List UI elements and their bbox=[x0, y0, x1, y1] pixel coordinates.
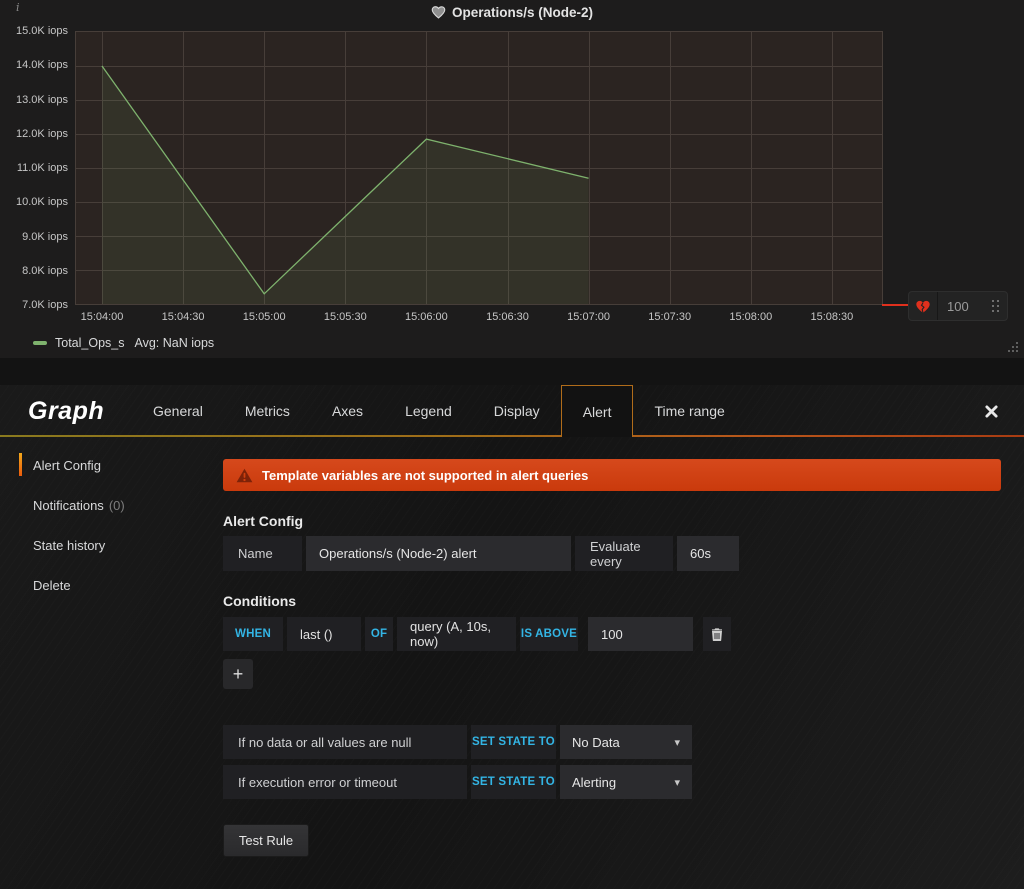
sidebar-item-alert-config[interactable]: Alert Config bbox=[19, 445, 203, 485]
y-tick-label: 14.0K iops bbox=[16, 59, 68, 72]
chevron-down-icon: ▾ bbox=[674, 736, 680, 749]
chart-legend: Total_Ops_s Avg: NaN iops bbox=[33, 336, 214, 350]
warning-icon bbox=[236, 468, 253, 483]
plus-icon: + bbox=[232, 663, 244, 684]
threshold-line bbox=[882, 304, 909, 306]
x-tick-label: 15:07:00 bbox=[567, 311, 611, 323]
alert-sidebar: Alert Config Notifications (0) State histor… bbox=[0, 437, 203, 889]
tab-time-range[interactable]: Time range bbox=[633, 385, 745, 437]
x-axis: 15:04:00 15:04:30 15:05:00 15:05:30 15:06:00… bbox=[75, 311, 883, 327]
threshold-heart-icon bbox=[909, 292, 938, 320]
tab-underline bbox=[0, 435, 1024, 437]
chevron-down-icon: ▾ bbox=[674, 776, 680, 789]
condition-when-keyword[interactable]: WHEN bbox=[223, 617, 283, 651]
state-handlers: If no data or all values are null SET ST… bbox=[223, 725, 1001, 799]
sidebar-item-label: Notifications bbox=[33, 497, 104, 513]
close-icon bbox=[985, 404, 998, 418]
conditions-heading: Conditions bbox=[223, 593, 297, 609]
alert-name-input[interactable]: Operations/s (Node-2) alert bbox=[306, 536, 571, 571]
condition-reducer-dropdown[interactable]: last () bbox=[287, 617, 361, 651]
threshold-drag-handle-icon[interactable] bbox=[992, 300, 999, 312]
tab-axes[interactable]: Axes bbox=[311, 385, 384, 437]
sidebar-item-notifications[interactable]: Notifications (0) bbox=[33, 485, 203, 525]
alert-config-heading: Alert Config bbox=[223, 513, 304, 529]
no-data-state-dropdown[interactable]: No Data ▾ bbox=[560, 725, 692, 759]
evaluate-every-label: Evaluate every bbox=[575, 536, 673, 571]
exec-error-set-state-keyword: SET STATE TO bbox=[471, 765, 556, 799]
sidebar-item-label: Alert Config bbox=[33, 457, 101, 473]
editor-body: Alert Config Notifications (0) State histor… bbox=[0, 437, 1024, 889]
editor-header: Graph General Metrics Axes Legend Display Ale… bbox=[0, 385, 1024, 437]
sidebar-item-label: Delete bbox=[33, 577, 71, 593]
x-tick-label: 15:08:30 bbox=[810, 311, 854, 323]
editor-panel-type: Graph bbox=[28, 396, 105, 425]
y-tick-label: 10.0K iops bbox=[16, 196, 68, 209]
sidebar-item-label: State history bbox=[33, 537, 106, 553]
alert-heart-icon bbox=[431, 5, 446, 19]
exec-error-label: If execution error or timeout bbox=[223, 765, 467, 799]
sidebar-item-state-history[interactable]: State history bbox=[33, 525, 203, 565]
x-tick-label: 15:04:00 bbox=[80, 311, 124, 323]
tab-display[interactable]: Display bbox=[473, 385, 561, 437]
x-tick-label: 15:04:30 bbox=[161, 311, 205, 323]
plot-area[interactable] bbox=[75, 31, 883, 305]
no-data-state-row: If no data or all values are null SET ST… bbox=[223, 725, 1001, 759]
no-data-state-value: No Data bbox=[572, 734, 620, 750]
no-data-label: If no data or all values are null bbox=[223, 725, 467, 759]
condition-of-keyword[interactable]: OF bbox=[365, 617, 393, 651]
y-axis: 15.0K iops 14.0K iops 13.0K iops 12.0K iops… bbox=[0, 25, 68, 311]
evaluate-every-input[interactable]: 60s bbox=[677, 536, 739, 571]
panel-title[interactable]: Operations/s (Node-2) bbox=[0, 0, 1024, 24]
condition-delete-button[interactable] bbox=[703, 617, 731, 651]
tab-alert[interactable]: Alert bbox=[560, 385, 634, 437]
test-rule-button[interactable]: Test Rule bbox=[223, 824, 309, 857]
x-tick-label: 15:08:00 bbox=[729, 311, 773, 323]
alert-config-row: Name Operations/s (Node-2) alert Evaluat… bbox=[223, 536, 1001, 571]
tab-general[interactable]: General bbox=[132, 385, 224, 437]
x-tick-label: 15:06:00 bbox=[404, 311, 448, 323]
x-tick-label: 15:06:30 bbox=[486, 311, 529, 323]
threshold-handle[interactable]: 100 bbox=[908, 291, 1008, 321]
y-tick-label: 9.0K iops bbox=[22, 230, 68, 243]
trash-icon bbox=[711, 627, 723, 641]
y-tick-label: 15.0K iops bbox=[16, 25, 68, 37]
panel-editor: Graph General Metrics Axes Legend Display Ale… bbox=[0, 385, 1024, 889]
y-tick-label: 11.0K iops bbox=[16, 162, 68, 174]
add-condition-button[interactable]: + bbox=[223, 659, 253, 689]
graph-panel: i Operations/s (Node-2) 15.0K iops 14.0K … bbox=[0, 0, 1024, 358]
panel-resize-handle-icon[interactable] bbox=[1016, 350, 1018, 352]
y-tick-label: 8.0K iops bbox=[22, 264, 68, 277]
sidebar-item-delete[interactable]: Delete bbox=[33, 565, 203, 605]
exec-error-state-value: Alerting bbox=[572, 774, 617, 790]
x-tick-label: 15:05:30 bbox=[323, 311, 367, 323]
panel-title-text: Operations/s (Node-2) bbox=[451, 4, 594, 20]
warning-banner: Template variables are not supported in … bbox=[223, 459, 1001, 491]
exec-error-state-dropdown[interactable]: Alerting ▾ bbox=[560, 765, 692, 799]
y-tick-label: 12.0K iops bbox=[16, 127, 68, 140]
exec-error-state-row: If execution error or timeout SET STATE … bbox=[223, 765, 1001, 799]
warning-text: Template variables are not supported in … bbox=[262, 467, 589, 483]
editor-close-button[interactable] bbox=[985, 404, 998, 418]
legend-series-name[interactable]: Total_Ops_s bbox=[55, 336, 124, 350]
alert-main: Template variables are not supported in … bbox=[203, 437, 1024, 889]
legend-series-avg: Avg: NaN iops bbox=[134, 336, 215, 350]
legend-swatch bbox=[33, 341, 47, 345]
condition-operator-dropdown[interactable]: IS ABOVE bbox=[520, 617, 578, 651]
series-line bbox=[101, 65, 589, 304]
x-tick-label: 15:05:00 bbox=[242, 311, 286, 323]
name-label: Name bbox=[223, 536, 302, 571]
threshold-value: 100 bbox=[947, 298, 969, 314]
condition-threshold-input[interactable]: 100 bbox=[588, 617, 693, 651]
y-tick-label: 7.0K iops bbox=[22, 299, 68, 311]
no-data-set-state-keyword: SET STATE TO bbox=[471, 725, 556, 759]
y-tick-label: 13.0K iops bbox=[16, 93, 68, 106]
editor-tabs: General Metrics Axes Legend Display Alert Time… bbox=[132, 385, 746, 437]
tab-metrics[interactable]: Metrics bbox=[224, 385, 311, 437]
tab-legend[interactable]: Legend bbox=[384, 385, 473, 437]
condition-query-dropdown[interactable]: query (A, 10s, now) bbox=[397, 617, 516, 651]
sidebar-item-count: (0) bbox=[108, 497, 125, 513]
x-tick-label: 15:07:30 bbox=[648, 311, 692, 323]
condition-row: WHEN last () OF query (A, 10s, now) IS A… bbox=[223, 617, 1001, 651]
